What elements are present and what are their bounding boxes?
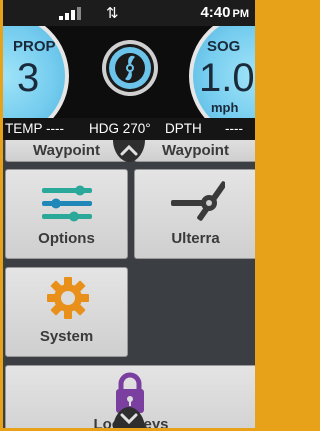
clock: 4:40 PM bbox=[200, 4, 249, 21]
clock-ampm: PM bbox=[232, 8, 250, 20]
options-tile[interactable]: Options bbox=[5, 169, 128, 259]
gear-icon bbox=[47, 277, 89, 319]
status-bar: ⇅ 4:40 PM bbox=[3, 0, 255, 26]
data-transfer-icon: ⇅ bbox=[106, 4, 119, 22]
depth-value-overlay: ---- bbox=[225, 121, 243, 136]
clock-time: 4:40 bbox=[200, 4, 231, 21]
sog-unit: mph bbox=[211, 100, 239, 115]
depth-label-overlay: DPTH bbox=[165, 121, 202, 136]
temp-readout-overlay: TEMP ---- bbox=[5, 121, 64, 136]
heading-readout-overlay: HDG 270° bbox=[89, 121, 151, 136]
trolling-motor-icon bbox=[171, 181, 225, 221]
info-strip-overlay: TEMP ---- HDG 270° DPTH ---- bbox=[3, 118, 255, 140]
propeller-mode-button[interactable] bbox=[101, 39, 159, 97]
scroll-down-button[interactable] bbox=[113, 407, 145, 428]
sog-label: SOG bbox=[207, 38, 241, 55]
prop-gauge[interactable]: PROP 3 bbox=[3, 26, 69, 118]
waypoint-label-right: Waypoint bbox=[162, 142, 229, 159]
prop-label: PROP bbox=[13, 38, 56, 55]
system-label: System bbox=[39, 328, 94, 345]
gauge-panel: PROP 3 SOG 1.0 mph bbox=[3, 26, 255, 118]
signal-strength-icon bbox=[59, 7, 81, 20]
scroll-up-button[interactable] bbox=[113, 140, 145, 162]
sog-value: 1.0 bbox=[199, 56, 255, 100]
sliders-icon bbox=[42, 185, 92, 222]
ulterra-label: Ulterra bbox=[171, 230, 220, 247]
options-label: Options bbox=[38, 230, 95, 247]
sog-gauge[interactable]: SOG 1.0 mph bbox=[189, 26, 255, 118]
ulterra-tile[interactable]: Ulterra bbox=[134, 169, 255, 259]
system-tile[interactable]: System bbox=[5, 267, 128, 357]
prop-value: 3 bbox=[17, 56, 40, 100]
waypoint-label-left: Waypoint bbox=[33, 142, 100, 159]
screen-frame: ⇅ 4:40PM PROP 3 SOG 1.0 mph TEMP - bbox=[3, 0, 255, 428]
